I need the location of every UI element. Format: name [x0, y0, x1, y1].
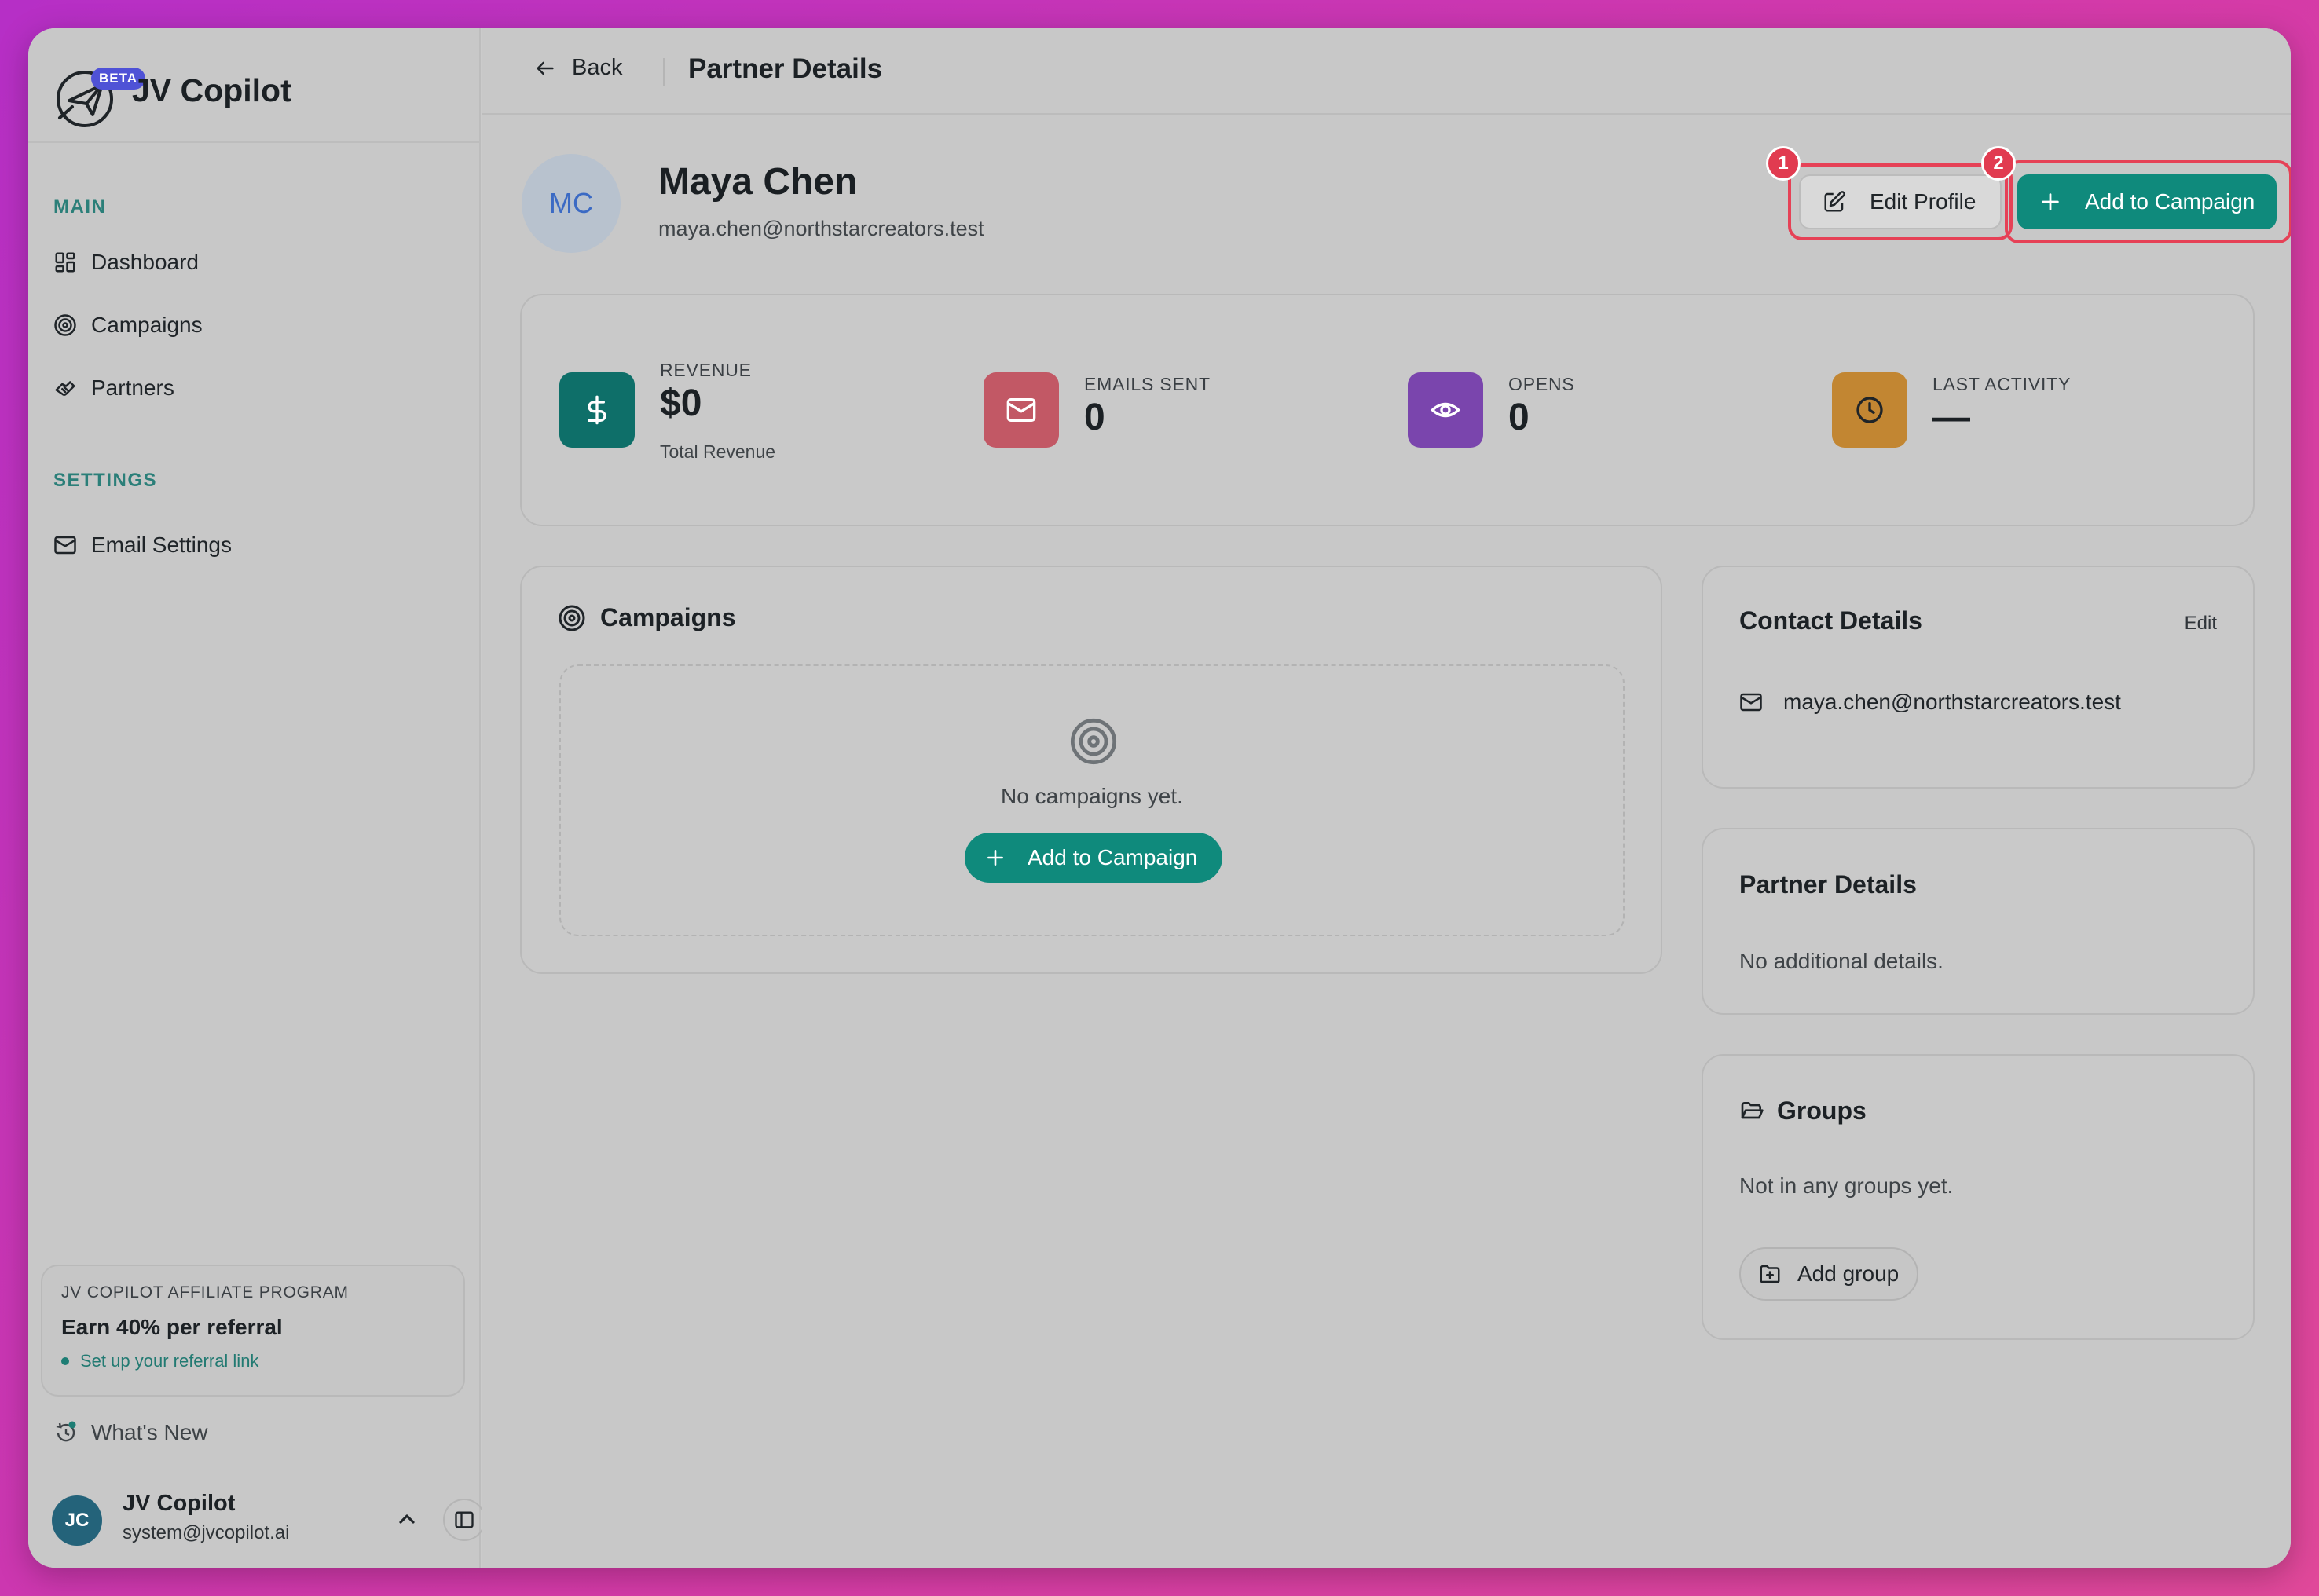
partner-email: maya.chen@northstarcreators.test	[658, 217, 984, 240]
top-bar: Back Partner Details	[482, 28, 2291, 115]
partner-details-card: Partner Details No additional details.	[1702, 828, 2255, 1015]
panel-left-icon	[455, 1511, 474, 1528]
stat-revenue: REVENUE $0 Total Revenue	[559, 360, 936, 462]
eye-icon	[1408, 372, 1483, 448]
sidebar-item-email-settings[interactable]: Email Settings	[53, 522, 232, 569]
stat-value: $0	[660, 383, 702, 424]
status-dot-icon	[61, 1357, 69, 1365]
brand[interactable]: BETA	[52, 49, 146, 143]
stat-value: 0	[1084, 397, 1105, 438]
stat-value: 0	[1508, 397, 1530, 438]
plus-icon	[987, 850, 1003, 866]
campaigns-card: Campaigns No campaigns yet. Add to Campa…	[520, 566, 1662, 974]
affiliate-card[interactable]: JV COPILOT AFFILIATE PROGRAM Earn 40% pe…	[41, 1265, 465, 1396]
edit-contact-link[interactable]: Edit	[2185, 613, 2217, 635]
sidebar: BETA JV Copilot MAIN Dashboard Campaigns	[28, 28, 485, 1568]
back-label: Back	[572, 55, 623, 80]
whats-new-label: What's New	[91, 1420, 208, 1444]
contact-email-row[interactable]: maya.chen@northstarcreators.test	[1739, 690, 2121, 715]
groups-empty-text: Not in any groups yet.	[1739, 1173, 1954, 1198]
campaigns-title-label: Campaigns	[600, 603, 736, 631]
section-label-settings: SETTINGS	[53, 470, 158, 491]
mail-icon	[984, 372, 1059, 448]
annotation-badge-1: 1	[1766, 146, 1801, 181]
page-title: Partner Details	[688, 53, 883, 84]
add-group-button[interactable]: Add group	[1739, 1247, 1918, 1301]
referral-link[interactable]: Set up your referral link	[61, 1351, 445, 1371]
stat-label: OPENS	[1508, 374, 1575, 394]
user-name: JV Copilot	[123, 1491, 236, 1516]
target-icon	[1070, 718, 1117, 765]
folder-open-icon	[1741, 1101, 1764, 1118]
partner-details-empty-text: No additional details.	[1739, 949, 1943, 973]
app-name: JV Copilot	[132, 72, 291, 108]
campaigns-empty-state: No campaigns yet. Add to Campaign	[559, 664, 1625, 936]
stat-label: LAST ACTIVITY	[1932, 374, 2072, 394]
target-icon	[559, 605, 585, 631]
edit-profile-button[interactable]: Edit Profile	[1799, 174, 2002, 229]
stat-emails-sent: EMAILS SENT 0	[984, 372, 1361, 451]
empty-state-text: No campaigns yet.	[1001, 784, 1183, 808]
affiliate-headline: Earn 40% per referral	[61, 1315, 283, 1339]
user-email: system@jvcopilot.ai	[123, 1522, 290, 1543]
sidebar-divider	[28, 141, 479, 143]
sidebar-item-partners[interactable]: Partners	[53, 364, 174, 412]
add-to-campaign-button[interactable]: Add to Campaign	[965, 833, 1222, 883]
referral-link-label: Set up your referral link	[80, 1351, 259, 1371]
edit-icon	[1824, 191, 1845, 212]
arrow-left-icon	[537, 61, 554, 75]
whats-new-link[interactable]: What's New	[53, 1420, 208, 1445]
groups-title-label: Groups	[1777, 1096, 1867, 1125]
edit-profile-label: Edit Profile	[1870, 189, 1976, 214]
contact-email: maya.chen@northstarcreators.test	[1783, 690, 2121, 714]
add-group-label: Add group	[1797, 1261, 1900, 1286]
sidebar-toggle-button[interactable]	[443, 1499, 485, 1541]
avatar: MC	[522, 154, 621, 253]
back-button[interactable]: Back	[534, 55, 622, 81]
handshake-icon	[55, 381, 75, 396]
avatar: JC	[52, 1495, 102, 1546]
partner-details-title: Partner Details	[1739, 870, 1917, 899]
contact-details-card: Contact Details Edit maya.chen@northstar…	[1702, 566, 2255, 789]
divider	[663, 58, 665, 86]
app-window: BETA JV Copilot MAIN Dashboard Campaigns	[28, 28, 2291, 1568]
annotation-badge-2: 2	[1981, 146, 2016, 181]
add-to-campaign-label: Add to Campaign	[2085, 189, 2255, 214]
add-to-campaign-button[interactable]: Add to Campaign	[2017, 174, 2277, 229]
sidebar-item-label: Email Settings	[91, 533, 232, 557]
stat-value: —	[1932, 397, 1970, 438]
sidebar-item-campaigns[interactable]: Campaigns	[53, 302, 203, 349]
plus-icon	[2042, 193, 2059, 210]
dashboard-icon	[55, 252, 75, 273]
stat-last-activity: LAST ACTIVITY —	[1832, 372, 2209, 451]
groups-title: Groups	[1739, 1096, 1867, 1126]
sidebar-item-dashboard[interactable]: Dashboard	[53, 239, 199, 286]
affiliate-title: JV COPILOT AFFILIATE PROGRAM	[61, 1283, 349, 1301]
groups-card: Groups Not in any groups yet. Add group	[1702, 1054, 2255, 1340]
sidebar-item-label: Dashboard	[91, 250, 199, 274]
stat-sub: Total Revenue	[660, 441, 776, 462]
sidebar-item-label: Campaigns	[91, 313, 203, 337]
stat-opens: OPENS 0	[1408, 372, 1785, 451]
stat-label: REVENUE	[660, 360, 752, 380]
chevron-up-icon[interactable]	[394, 1506, 419, 1532]
clock-icon	[1832, 372, 1907, 448]
add-to-campaign-label: Add to Campaign	[1028, 845, 1198, 869]
user-menu[interactable]: JC JV Copilot system@jvcopilot.ai	[52, 1488, 476, 1550]
mail-icon	[1740, 693, 1762, 712]
stats-card: REVENUE $0 Total Revenue EMAILS SENT 0 O…	[520, 294, 2255, 526]
section-label-main: MAIN	[53, 196, 107, 218]
folder-plus-icon	[1760, 1265, 1780, 1283]
main-content: Back Partner Details MC Maya Chen maya.c…	[482, 28, 2291, 1568]
stat-label: EMAILS SENT	[1084, 374, 1211, 394]
mail-icon	[54, 536, 76, 555]
contact-details-title: Contact Details	[1739, 606, 1922, 635]
history-icon	[56, 1421, 76, 1442]
partner-name: Maya Chen	[658, 161, 858, 203]
sidebar-item-label: Partners	[91, 375, 174, 400]
dollar-icon	[559, 372, 635, 448]
campaigns-title: Campaigns	[558, 603, 735, 632]
target-icon	[54, 314, 76, 336]
